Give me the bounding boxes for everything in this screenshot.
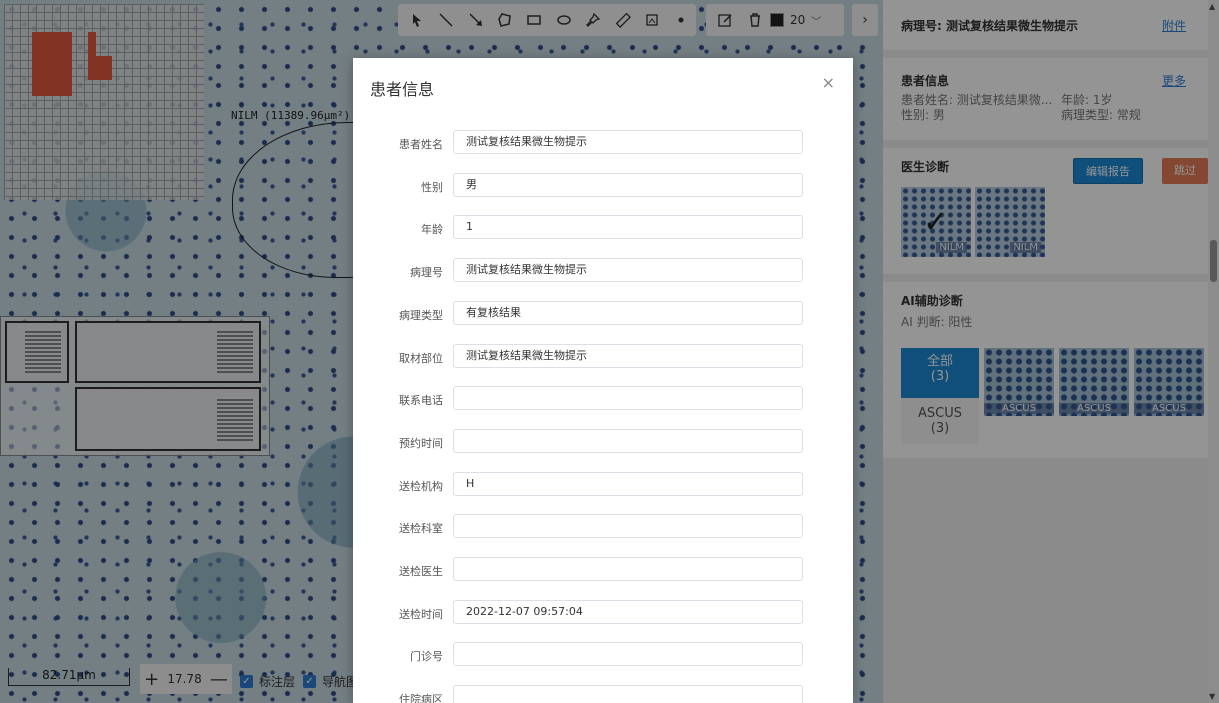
field-label: 门诊号 [410, 650, 443, 664]
field-label: 患者姓名 [399, 138, 443, 151]
dialog-title: 患者信息 [370, 80, 435, 99]
field-input[interactable] [453, 386, 803, 411]
field-label: 取材部位 [399, 351, 443, 365]
field-input[interactable]: 有复核结果 [453, 300, 803, 325]
field-label: 送检机构 [399, 479, 443, 493]
patient-info-dialog: 患者信息 × 患者姓名 测试复核结果微生物提示 性别男年龄 1 病理号 测试复核结果微生物… [353, 58, 853, 703]
field-label: 送检科室 [399, 522, 443, 536]
field-label: 联系电话 [399, 394, 443, 408]
form-row: 送检机构 H [353, 471, 853, 498]
form-row: 病理号 测试复核结果微生物提示 [353, 258, 853, 284]
field-input[interactable]: 测试复核结果微生物提示 [453, 258, 803, 283]
field-label: 住院病区 [399, 693, 443, 703]
field-input[interactable]: 测试复核结果微生物提示 [453, 130, 803, 154]
form-row: 送检时间 2022-12-07 09:57:04 [353, 599, 853, 626]
form-row: 预约时间 [353, 428, 853, 455]
field-label: 性别 [421, 180, 443, 194]
form-row: 送检医生 [353, 557, 853, 583]
form-row: 住院病区 [353, 685, 853, 703]
field-input[interactable]: 2022-12-07 09:57:04 [453, 599, 803, 624]
form-row: 患者姓名 测试复核结果微生物提示 [353, 130, 853, 156]
form-row: 联系电话 [353, 386, 853, 412]
field-label: 预约时间 [399, 436, 443, 450]
field-input[interactable] [453, 557, 803, 581]
form-row: 取材部位 测试复核结果微生物提示 [353, 343, 853, 370]
form-row: 年龄 1 [353, 215, 853, 241]
field-input[interactable] [453, 428, 803, 453]
field-input[interactable]: 男 [453, 172, 803, 197]
field-label: 病理号 [410, 266, 443, 280]
field-input[interactable]: 测试复核结果微生物提示 [453, 343, 803, 368]
field-input[interactable]: H [453, 471, 803, 496]
field-input[interactable]: 1 [453, 215, 803, 240]
form-row: 送检科室 [353, 514, 853, 540]
close-icon[interactable]: × [822, 73, 835, 92]
field-input[interactable] [453, 514, 803, 539]
field-label: 病理类型 [399, 308, 443, 322]
form-row: 病理类型 有复核结果 [353, 300, 853, 327]
form-row: 性别男 [353, 172, 853, 199]
field-input[interactable] [453, 685, 803, 703]
field-label: 送检时间 [399, 607, 443, 621]
field-input[interactable] [453, 642, 803, 667]
form-row: 门诊号 [353, 642, 853, 668]
field-label: 年龄 [421, 223, 443, 237]
field-label: 送检医生 [399, 565, 443, 578]
